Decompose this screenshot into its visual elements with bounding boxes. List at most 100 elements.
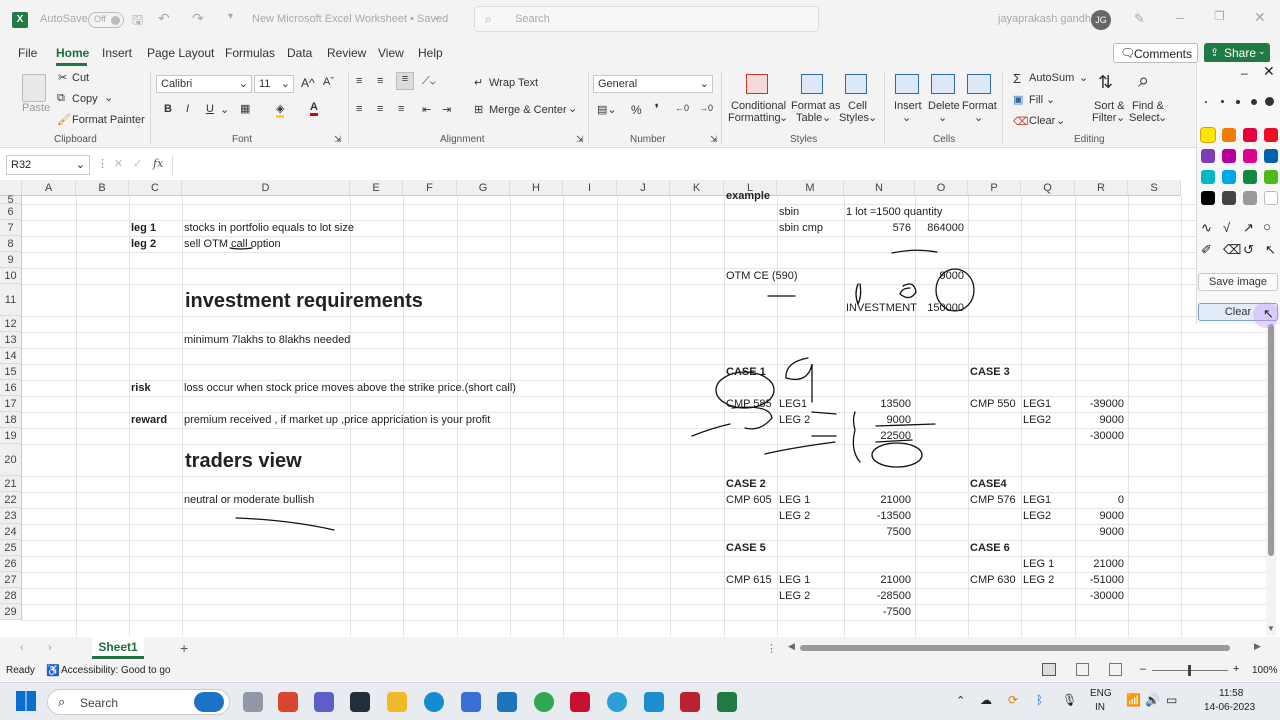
autosum-icon[interactable]: Σ (1013, 71, 1021, 86)
highlighter-tool-icon[interactable]: ✐ (1201, 242, 1212, 258)
prev-sheet-icon[interactable]: ‹ (20, 642, 24, 654)
top-align-icon[interactable]: ≡ (356, 75, 362, 87)
battery-icon[interactable]: ▭ (1166, 693, 1177, 707)
decrease-indent-icon[interactable]: ⇤ (422, 103, 431, 116)
pen-size-picker[interactable] (1203, 96, 1277, 108)
italic-button[interactable]: I (186, 103, 189, 115)
cell-styles-icon[interactable] (845, 74, 867, 94)
pen-icon[interactable]: ✎ (1134, 11, 1145, 27)
copy-icon[interactable]: ⧉ (57, 92, 65, 105)
eraser-tool-icon[interactable]: ⌫ (1223, 242, 1241, 258)
freehand-tool-icon[interactable]: ∿ (1201, 220, 1212, 236)
merge-dropdown-icon[interactable]: ⌄ (568, 102, 577, 115)
show-hidden-icons[interactable]: ⌃ (956, 694, 965, 707)
wifi-icon[interactable]: 📶 (1126, 693, 1141, 707)
tab-split-handle-icon[interactable]: ⋮ (766, 642, 777, 655)
undo-icon[interactable]: ↶ (158, 10, 170, 27)
sync-icon[interactable]: ⟳ (1008, 693, 1018, 707)
teams-icon[interactable] (314, 692, 334, 712)
redo-icon[interactable]: ↷ (192, 10, 204, 27)
zoom-slider-thumb[interactable] (1188, 665, 1191, 676)
grow-font-button[interactable]: A^ (301, 76, 315, 90)
conditional-formatting-icon[interactable] (746, 74, 768, 94)
align-right-icon[interactable]: ≡ (398, 103, 404, 115)
tab-help[interactable]: Help (418, 46, 443, 60)
zoom-slider[interactable] (1152, 665, 1228, 676)
color-swatch-magenta[interactable] (1222, 149, 1236, 163)
excel-taskbar-icon[interactable] (717, 692, 737, 712)
decrease-decimal-icon[interactable]: →0 (699, 103, 713, 113)
delete-dropdown-icon[interactable]: ⌄ (938, 111, 947, 124)
conditional-formatting-label[interactable]: Conditional (731, 100, 786, 112)
chrome-icon[interactable] (534, 692, 554, 712)
horizontal-scrollbar[interactable]: ◀ ▶ (788, 641, 1264, 653)
color-swatch-green[interactable] (1243, 170, 1257, 184)
format-painter-button[interactable]: Format Painter (72, 114, 145, 126)
name-box[interactable]: R32 ⌄ (6, 155, 90, 175)
bing-icon[interactable] (194, 692, 224, 712)
accessibility-status[interactable]: Accessibility: Good to go (61, 665, 171, 676)
borders-icon[interactable]: ▦ (240, 102, 250, 115)
file-explorer-icon[interactable] (387, 692, 407, 712)
taskbar-search[interactable]: ⌕ Search (47, 689, 230, 715)
accounting-format-icon[interactable]: ▤⌄ (597, 103, 617, 116)
find-select-icon[interactable]: ⌕ (1138, 70, 1149, 93)
format-painter-icon[interactable]: 🖌 (57, 113, 71, 126)
search-box[interactable]: ⌕ Search (474, 6, 819, 32)
color-swatch-orange[interactable] (1222, 128, 1236, 142)
color-swatch-pink[interactable] (1243, 149, 1257, 163)
mcafee-icon[interactable] (570, 692, 590, 712)
app-icon-blue[interactable] (497, 692, 517, 712)
insert-dropdown-icon[interactable]: ⌄ (902, 111, 911, 124)
store-icon[interactable] (461, 692, 481, 712)
sort-dropdown-icon[interactable]: ⌄ (1116, 111, 1125, 124)
tab-review[interactable]: Review (327, 46, 366, 60)
telegram-icon[interactable] (607, 692, 627, 712)
volume-icon[interactable]: 🔊 (1145, 693, 1160, 707)
color-swatch-sky-blue[interactable] (1222, 170, 1236, 184)
copy-button[interactable]: Copy (72, 93, 98, 105)
clock-date[interactable]: 14-06-2023 (1204, 702, 1255, 713)
merge-center-icon[interactable]: ⊞ (474, 103, 483, 116)
share-button[interactable]: ⇪ Share ⌄ (1204, 43, 1270, 63)
increase-indent-icon[interactable]: ⇥ (442, 103, 451, 116)
formatting-label[interactable]: Formatting (728, 112, 781, 124)
insert-function-button[interactable]: fx (153, 157, 163, 170)
color-swatch-teal[interactable] (1201, 170, 1215, 184)
minimize-icon[interactable]: – (1176, 9, 1184, 25)
bold-button[interactable]: B (164, 103, 172, 115)
close-panel-icon[interactable]: ✕ (1263, 63, 1275, 80)
color-swatch-dark-gray[interactable] (1222, 191, 1236, 205)
tab-home[interactable]: Home (56, 46, 89, 60)
font-name-select[interactable]: Calibri ⌄ (156, 75, 252, 93)
document-title[interactable]: New Microsoft Excel Worksheet • Saved (252, 13, 448, 25)
middle-align-icon[interactable]: ≡ (377, 75, 383, 87)
paste-icon[interactable] (22, 74, 46, 102)
filter-label[interactable]: Filter (1092, 112, 1116, 124)
underline-button[interactable]: U (206, 103, 214, 115)
clock-time[interactable]: 11:58 (1219, 688, 1243, 699)
color-swatch-white[interactable] (1264, 191, 1278, 205)
avatar[interactable]: JG (1091, 10, 1111, 30)
customize-qat-icon[interactable]: ▾ (228, 11, 233, 22)
sort-filter-icon[interactable]: ⇅ (1098, 72, 1113, 93)
orientation-icon[interactable]: ⟋⌄ (422, 75, 436, 88)
office-app-icon[interactable] (278, 692, 298, 712)
font-color-icon[interactable]: A (310, 101, 318, 116)
windows-start-icon[interactable] (16, 691, 36, 711)
paste-button[interactable]: Paste (22, 102, 50, 114)
cancel-entry-icon[interactable]: ✕ (114, 157, 123, 170)
task-view-icon[interactable] (243, 692, 263, 712)
format-cells-icon[interactable] (967, 74, 991, 94)
wrap-text-icon[interactable]: ↵ (474, 76, 483, 89)
fill-color-icon[interactable]: ◈ (276, 102, 285, 118)
tab-page-layout[interactable]: Page Layout (147, 46, 214, 60)
color-swatch-yellow[interactable] (1200, 127, 1216, 143)
find-dropdown-icon[interactable]: ⌄ (1158, 111, 1167, 124)
comma-style-icon[interactable]: ❜ (655, 102, 659, 115)
delete-cells-icon[interactable] (931, 74, 955, 94)
color-swatch-lime[interactable] (1264, 170, 1278, 184)
horizontal-scroll-thumb[interactable] (800, 645, 1230, 651)
tab-sheet1[interactable]: Sheet1 (92, 637, 144, 659)
line-tool-icon[interactable]: √ (1223, 220, 1230, 235)
